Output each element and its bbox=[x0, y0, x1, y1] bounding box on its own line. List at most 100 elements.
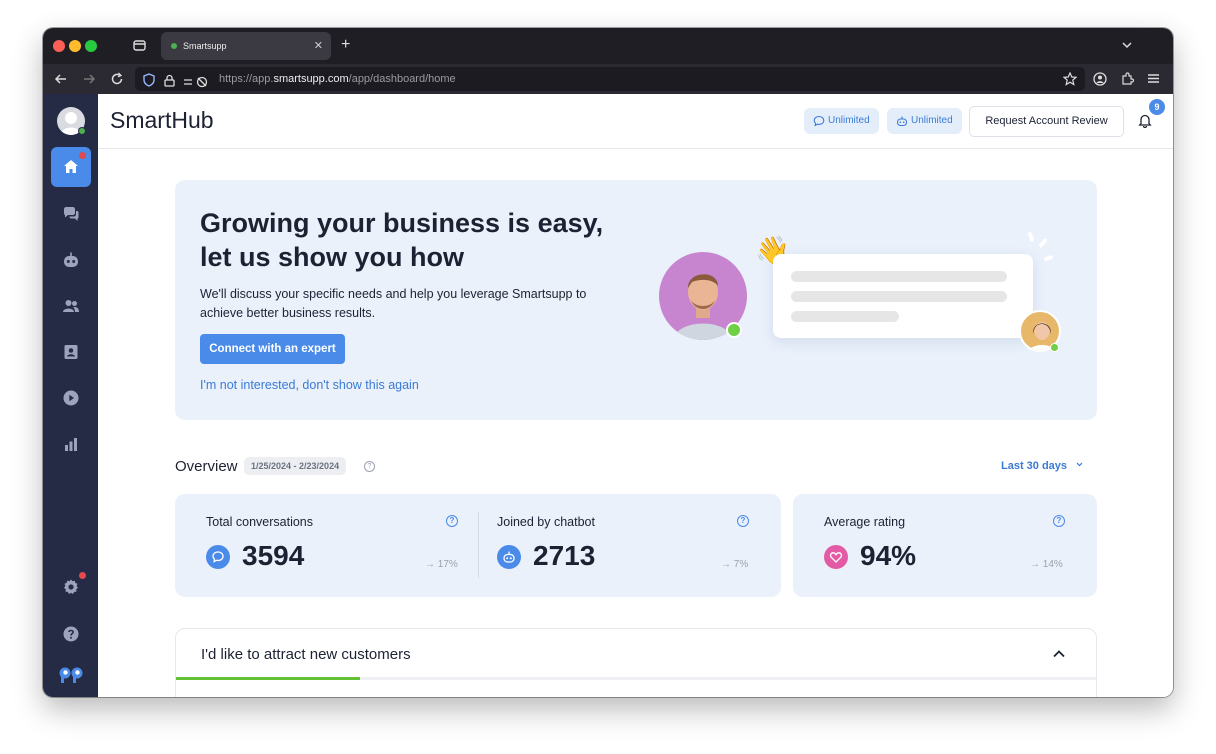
lock-icon[interactable] bbox=[164, 72, 175, 96]
online-status-dot bbox=[1050, 343, 1059, 352]
sidebar-item-automations[interactable] bbox=[51, 378, 91, 418]
extensions-icon[interactable] bbox=[1120, 72, 1135, 89]
help-icon[interactable]: ? bbox=[364, 461, 375, 472]
url-domain: smartsupp.com bbox=[273, 73, 349, 85]
home-icon bbox=[64, 160, 78, 173]
sidebar-item-statistics[interactable] bbox=[51, 424, 91, 464]
banner-illustration: 👋 bbox=[655, 230, 1075, 360]
browser-tab-bar: Smartsupp ✕ + bbox=[43, 28, 1173, 64]
chat-icon bbox=[64, 207, 79, 221]
chevron-down-icon bbox=[1076, 462, 1083, 467]
account-icon[interactable] bbox=[1093, 72, 1107, 89]
stat-trend: → 17% bbox=[425, 559, 458, 570]
stats-card-conversations: Total conversations ? 3594 → 17% Joined … bbox=[175, 494, 781, 597]
placeholder-line bbox=[791, 291, 1007, 302]
page-title: SmartHub bbox=[110, 107, 214, 133]
stat-value: 3594 bbox=[242, 540, 305, 571]
zoom-window-button[interactable] bbox=[85, 40, 97, 52]
address-bar[interactable]: https://app.smartsupp.com/app/dashboard/… bbox=[135, 67, 1085, 91]
play-icon bbox=[63, 390, 79, 406]
request-account-review-button[interactable]: Request Account Review bbox=[969, 106, 1124, 137]
browser-tab[interactable]: Smartsupp ✕ bbox=[161, 32, 331, 60]
main-content: SmartHub Unlimited Unlimited Request Acc… bbox=[98, 94, 1173, 697]
forward-icon[interactable] bbox=[82, 72, 96, 89]
sparkle-decoration bbox=[1027, 232, 1053, 262]
notification-dot bbox=[79, 152, 86, 159]
tab-favicon bbox=[171, 43, 177, 49]
chatbot-limit-pill[interactable]: Unlimited bbox=[887, 108, 962, 134]
reload-icon[interactable] bbox=[110, 72, 124, 89]
menu-icon[interactable] bbox=[1147, 72, 1160, 88]
pill-label: Unlimited bbox=[828, 115, 870, 126]
tab-title: Smartsupp bbox=[183, 41, 227, 51]
bot-icon bbox=[64, 252, 78, 267]
sidebar-item-help[interactable] bbox=[51, 614, 91, 654]
stat-label: Average rating bbox=[824, 515, 906, 529]
stat-label: Joined by chatbot bbox=[497, 515, 595, 529]
stat-trend: → 14% bbox=[1030, 559, 1063, 570]
chevron-up-icon[interactable] bbox=[1052, 647, 1066, 666]
sidebar-item-chatbots[interactable] bbox=[51, 240, 91, 280]
bot-icon bbox=[497, 545, 521, 569]
goal-title: I'd like to attract new customers bbox=[201, 646, 411, 663]
close-window-button[interactable] bbox=[53, 40, 65, 52]
top-header: SmartHub Unlimited Unlimited Request Acc… bbox=[98, 94, 1173, 149]
card-divider bbox=[478, 512, 479, 578]
help-icon[interactable]: ? bbox=[446, 515, 458, 527]
users-icon bbox=[63, 300, 79, 312]
placeholder-line bbox=[791, 271, 1007, 282]
banner-description: We'll discuss your specific needs and he… bbox=[200, 287, 587, 320]
stat-trend: → 7% bbox=[721, 559, 749, 570]
close-tab-icon[interactable]: ✕ bbox=[314, 32, 323, 60]
back-icon[interactable] bbox=[54, 72, 68, 89]
goal-progress-track bbox=[176, 677, 1096, 680]
bot-icon bbox=[896, 116, 908, 127]
sidebar bbox=[43, 94, 98, 697]
connect-with-expert-button[interactable]: Connect with an expert bbox=[200, 334, 345, 364]
sidebar-item-home[interactable] bbox=[51, 147, 91, 187]
dismiss-banner-link[interactable]: I'm not interested, don't show this agai… bbox=[200, 378, 419, 392]
notification-count-badge: 9 bbox=[1149, 99, 1165, 115]
stats-icon bbox=[65, 438, 77, 451]
trend-value: 17% bbox=[437, 559, 458, 570]
tab-list-chevron-icon[interactable] bbox=[1121, 39, 1133, 54]
bell-icon[interactable] bbox=[1138, 113, 1152, 133]
goal-progress-fill bbox=[176, 677, 360, 680]
period-dropdown[interactable]: Last 30 days bbox=[1001, 460, 1084, 472]
help-icon[interactable]: ? bbox=[737, 515, 749, 527]
message-card bbox=[773, 254, 1033, 338]
url-path: /app/dashboard/home bbox=[348, 73, 456, 85]
help-icon[interactable]: ? bbox=[1053, 515, 1065, 527]
sidebar-item-visitors[interactable] bbox=[51, 286, 91, 326]
online-status-dot bbox=[726, 322, 742, 338]
url-prefix: https://app. bbox=[219, 73, 274, 85]
notification-dot bbox=[79, 572, 86, 579]
placeholder-line bbox=[791, 311, 899, 322]
contacts-icon bbox=[64, 345, 78, 359]
date-range-badge: 1/25/2024 - 2/23/2024 bbox=[244, 457, 347, 475]
tab-overview-icon[interactable] bbox=[133, 39, 146, 55]
bookmark-star-icon[interactable] bbox=[1062, 71, 1078, 95]
browser-toolbar: https://app.smartsupp.com/app/dashboard/… bbox=[43, 64, 1173, 94]
chat-bubble-icon bbox=[813, 115, 825, 127]
trend-value: 14% bbox=[1042, 559, 1063, 570]
stat-label: Total conversations bbox=[206, 515, 314, 529]
heart-icon bbox=[824, 545, 848, 569]
online-status-dot bbox=[78, 127, 86, 135]
new-tab-icon[interactable]: + bbox=[341, 37, 350, 53]
pill-label: Unlimited bbox=[911, 115, 953, 126]
banner-title: Growing your business is easy, let us sh… bbox=[200, 208, 604, 272]
sidebar-item-settings[interactable] bbox=[51, 567, 91, 607]
conversations-limit-pill[interactable]: Unlimited bbox=[804, 108, 879, 134]
onboarding-banner: Growing your business is easy, let us sh… bbox=[175, 180, 1097, 420]
stat-value: 2713 bbox=[533, 540, 596, 571]
chat-bubble-icon bbox=[206, 545, 230, 569]
stat-value: 94% bbox=[860, 540, 917, 571]
minimize-window-button[interactable] bbox=[69, 40, 81, 52]
shield-icon[interactable] bbox=[143, 72, 155, 96]
browser-window: Smartsupp ✕ + https://app.smartsupp.com/… bbox=[43, 28, 1173, 697]
period-label: Last 30 days bbox=[1001, 460, 1068, 472]
sidebar-item-contacts[interactable] bbox=[51, 332, 91, 372]
sidebar-item-conversations[interactable] bbox=[51, 194, 91, 234]
stats-card-rating: Average rating ? 94% → 14% bbox=[793, 494, 1097, 597]
